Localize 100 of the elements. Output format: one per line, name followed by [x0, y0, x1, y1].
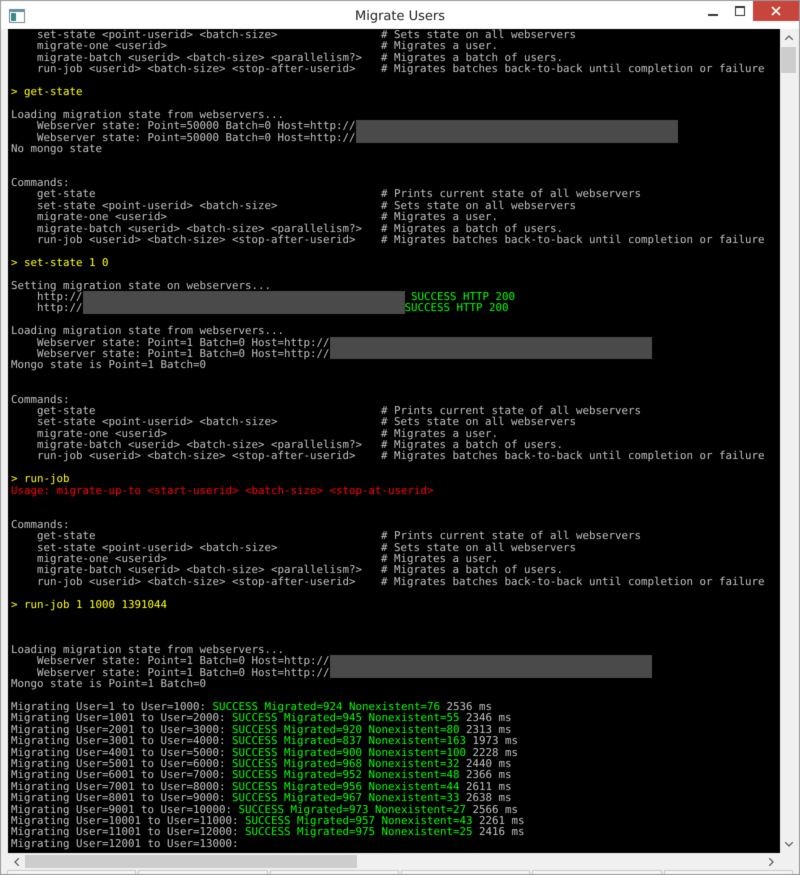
output-text: 2566 ms — [472, 804, 518, 815]
success-text: SUCCESS HTTP 200 — [410, 290, 516, 302]
close-icon — [771, 6, 781, 16]
success-text: SUCCESS Migrated=920 Nonexistent=80 — [232, 724, 460, 736]
output-text: Webserver state: Point=1 Batch=0 Host=http:// — [37, 348, 330, 360]
command-description: # Migrates a batch of users. — [381, 222, 564, 234]
command-description: # Sets state on all webservers — [381, 29, 576, 40]
close-button[interactable] — [753, 1, 799, 21]
success-text: SUCCESS Migrated=973 Nonexistent=27 — [238, 804, 466, 815]
command-name: run-job <userid> <batch-size> <stop-after-userid> — [37, 62, 356, 76]
output-text: http:// — [37, 290, 83, 302]
command-name: run-job <userid> <batch-size> <stop-after-userid> — [37, 233, 356, 246]
command-name: migrate-batch <userid> <batch-size> <parallelism?> — [37, 438, 362, 452]
command-name: set-state <point-userid> <batch-size> — [37, 415, 278, 428]
output-text: Migrating User=7001 to User=8000: — [11, 780, 227, 792]
command-description: # Migrates batches back-to-back until completion or failure — [381, 576, 765, 588]
success-text: SUCCESS Migrated=900 Nonexistent=100 — [232, 746, 466, 758]
output-text: Migrating User=1001 to User=2000: — [11, 712, 227, 724]
command-description: # Migrates a user. — [381, 40, 498, 52]
output-text: 1973 ms — [472, 735, 518, 747]
output-text: Migrating User=3001 to User=4000: — [11, 735, 227, 747]
output-text: Migrating User=11001 to User=12000: — [11, 826, 240, 838]
command-name: migrate-one <userid> — [37, 552, 168, 565]
success-text: SUCCESS Migrated=956 Nonexistent=44 — [232, 780, 460, 792]
output-text: Migrating User=2001 to User=3000: — [11, 724, 227, 736]
output-text: Migrating User=10001 to User=11000: — [11, 814, 240, 826]
output-text: 2416 ms — [478, 826, 525, 838]
output-text: 2638 ms — [466, 792, 512, 804]
command-name: set-state <point-userid> <batch-size> — [37, 198, 278, 212]
console-window-icon — [9, 9, 25, 23]
output-text: Migrating User=12001 to User=13000: — [11, 838, 239, 850]
command-description: # Prints current state of all webservers — [381, 404, 642, 416]
output-text: 2346 ms — [465, 712, 512, 724]
success-text: SUCCESS HTTP 200 — [404, 302, 509, 314]
output-text: http:// — [37, 302, 83, 314]
prompt-text: > set-state 1 0 — [11, 256, 109, 268]
output-text: Migrating User=1 to User=1000: — [11, 701, 206, 712]
output-text: Migrating User=9001 to User=10000: — [11, 804, 234, 815]
prompt-text: > get-state — [11, 86, 83, 98]
command-name: set-state <point-userid> <batch-size> — [37, 29, 278, 41]
command-description: # Prints current state of all webservers — [381, 530, 642, 542]
command-name: get-state — [37, 187, 96, 200]
command-description: # Migrates a user. — [381, 211, 498, 223]
output-text: Commands: — [11, 394, 70, 405]
output-text: Migrating User=6001 to User=7000: — [11, 769, 227, 781]
command-name: migrate-batch <userid> <batch-size> <parallelism?> — [37, 50, 362, 64]
command-name: get-state — [37, 529, 96, 542]
output-text: Migrating User=8001 to User=9000: — [11, 792, 227, 804]
command-name: run-job <userid> <batch-size> <stop-after-userid> — [37, 574, 356, 588]
output-text: Migrating User=4001 to User=5000: — [11, 746, 227, 758]
prompt-text: > run-job 1 1000 1391044 — [11, 598, 168, 610]
minimize-icon — [708, 14, 718, 16]
output-text: 2611 ms — [465, 780, 512, 792]
scroll-thumb[interactable] — [781, 47, 796, 73]
output-text: 2313 ms — [466, 724, 512, 736]
command-description: # Migrates a batch of users. — [381, 52, 564, 64]
output-text: Mongo state is Point=1 Batch=0 — [11, 359, 206, 371]
output-text: 2366 ms — [465, 769, 512, 781]
command-description: # Migrates a batch of users. — [381, 439, 564, 450]
success-text: SUCCESS Migrated=967 Nonexistent=33 — [232, 792, 460, 804]
output-text: Webserver state: Point=1 Batch=0 Host=http:// — [37, 336, 330, 348]
output-text: Commands: — [11, 518, 70, 530]
success-text: SUCCESS Migrated=975 Nonexistent=25 — [245, 826, 473, 838]
output-text: No mongo state — [11, 142, 102, 154]
output-text: Loading migration state from webservers... — [11, 108, 284, 120]
command-description: # Migrates batches back-to-back until completion or failure — [381, 234, 765, 246]
prompt-text: > run-job — [11, 473, 70, 485]
output-text: Loading migration state from webservers... — [11, 325, 284, 337]
command-description: # Migrates batches back-to-back until completion or failure — [381, 450, 765, 462]
command-name: migrate-batch <userid> <batch-size> <parallelism?> — [37, 563, 362, 576]
output-text: 2440 ms — [465, 758, 512, 770]
success-text: SUCCESS Migrated=924 Nonexistent=76 — [212, 701, 440, 712]
command-name: migrate-one <userid> — [37, 426, 168, 440]
output-text: 2536 ms — [446, 701, 492, 712]
scroll-thumb[interactable] — [25, 855, 357, 868]
command-name: migrate-one <userid> — [37, 210, 168, 224]
command-name: run-job <userid> <batch-size> <stop-after-userid> — [37, 449, 356, 462]
output-text: 2228 ms — [472, 746, 518, 758]
command-description: # Sets state on all webservers — [381, 542, 576, 553]
command-name: migrate-batch <userid> <batch-size> <parallelism?> — [37, 222, 362, 235]
command-description: # Sets state on all webservers — [381, 416, 576, 428]
output-text: Loading migration state from webservers... — [11, 644, 284, 656]
output-text: Webserver state: Point=1 Batch=0 Host=http:// — [37, 666, 330, 678]
output-text: 2261 ms — [478, 814, 525, 826]
success-text: SUCCESS Migrated=952 Nonexistent=48 — [232, 769, 460, 781]
output-text: Setting migration state on webservers... — [11, 280, 272, 291]
success-text: SUCCESS Migrated=837 Nonexistent=163 — [232, 735, 466, 747]
command-name: get-state — [37, 404, 96, 417]
command-description: # Migrates batches back-to-back until completion or failure — [381, 63, 765, 75]
command-description: # Migrates a batch of users. — [381, 564, 564, 576]
command-description: # Migrates a user. — [381, 428, 498, 440]
output-text: Webserver state: Point=50000 Batch=0 Host=http:// — [37, 120, 356, 132]
success-text: SUCCESS Migrated=968 Nonexistent=32 — [232, 758, 460, 770]
error-text: Usage: migrate-up-to <start-userid> <batch-size> <stop-at-userid> — [11, 484, 434, 496]
command-description: # Prints current state of all webservers — [381, 188, 642, 200]
window-title: Migrate Users — [354, 9, 446, 24]
output-text: Migrating User=5001 to User=6000: — [11, 758, 227, 770]
command-description: # Migrates a user. — [381, 552, 498, 564]
success-text: SUCCESS Migrated=945 Nonexistent=55 — [232, 712, 460, 724]
maximize-icon — [734, 6, 744, 16]
